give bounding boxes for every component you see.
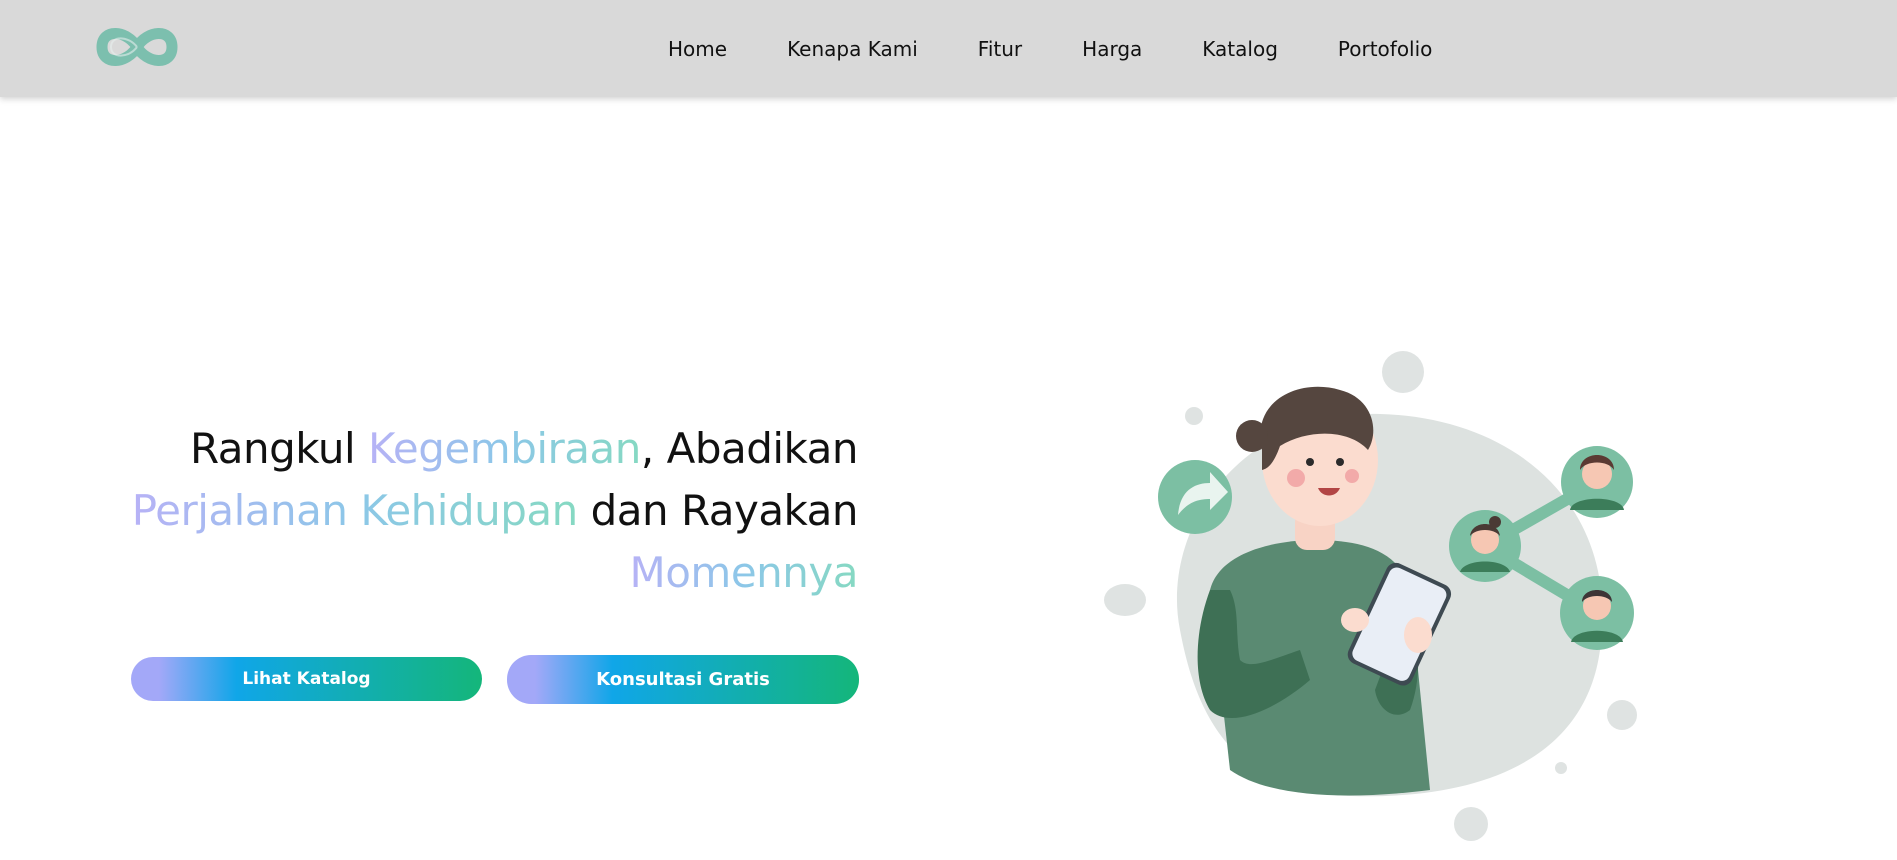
hero-title-highlight: Momennya [629, 548, 858, 597]
person-with-tablet-sharing-illustration [1104, 351, 1637, 841]
konsultasi-gratis-button[interactable]: Konsultasi Gratis [507, 655, 859, 704]
hero-title: Rangkul Kegembiraan, Abadikan Perjalanan… [98, 418, 859, 604]
hero-title-highlight: Kegembiraan [367, 424, 641, 473]
nav-menu: Home Kenapa Kami Fitur Harga Katalog Por… [668, 0, 1432, 97]
infinity-logo-icon[interactable] [94, 22, 180, 72]
nav-link-kenapa-kami[interactable]: Kenapa Kami [787, 37, 918, 61]
lihat-katalog-button[interactable]: Lihat Katalog [131, 657, 482, 701]
hero-title-part: dan Rayakan [577, 486, 859, 535]
nav-link-fitur[interactable]: Fitur [978, 37, 1022, 61]
nav-link-portofolio[interactable]: Portofolio [1338, 37, 1433, 61]
nav-link-harga[interactable]: Harga [1082, 37, 1142, 61]
hero-title-part: Rangkul [190, 424, 368, 473]
nav-link-katalog[interactable]: Katalog [1202, 37, 1278, 61]
nav-link-home[interactable]: Home [668, 37, 727, 61]
navbar: Home Kenapa Kami Fitur Harga Katalog Por… [0, 0, 1897, 97]
hero-title-highlight: Perjalanan Kehidupan [131, 486, 578, 535]
hero-title-part: , Abadikan [640, 424, 859, 473]
